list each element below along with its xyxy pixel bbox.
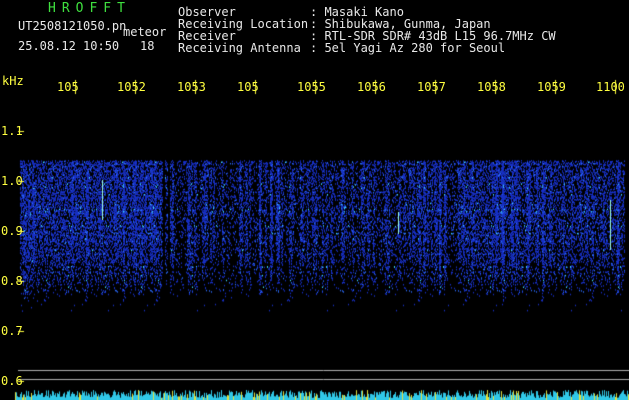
- y-tick: 1.0: [1, 174, 23, 188]
- antenna-label: Receiving Antenna: [178, 41, 301, 55]
- spectrogram-screen: HROFFT UT2508121050.pn meteor 25.08.12 1…: [0, 0, 629, 400]
- y-tick: 0.6: [1, 374, 23, 388]
- meteor-label: meteor: [123, 25, 167, 39]
- x-tick: 1057: [417, 80, 446, 94]
- y-tick: 0.8: [1, 274, 23, 288]
- y-tick: 0.9: [1, 224, 23, 238]
- x-tick: 1052: [117, 80, 146, 94]
- capture-datetime: 25.08.12 10:50: [18, 39, 120, 53]
- x-tick: 1056: [357, 80, 386, 94]
- x-tick: 1055: [297, 80, 326, 94]
- file-name: UT2508121050.pn: [18, 19, 127, 33]
- station-values: : Masaki Kano : Shibukawa, Gunma, Japan …: [310, 6, 556, 54]
- x-tick: 1059: [537, 80, 566, 94]
- x-tick: 105: [57, 80, 79, 94]
- x-tick: 1058: [477, 80, 506, 94]
- y-axis-unit: kHz: [2, 74, 24, 88]
- y-tick: 0.7: [1, 324, 23, 338]
- x-tick: 1100: [596, 80, 625, 94]
- x-tick: 1053: [177, 80, 206, 94]
- app-logo: HROFFT: [48, 1, 131, 16]
- x-tick: 105: [237, 80, 259, 94]
- station-labels: Observer Receiving Location Receiver Rec…: [178, 6, 308, 54]
- meteor-count: 18: [140, 39, 155, 53]
- waterfall-spectrogram: [0, 0, 629, 400]
- y-tick: 1.1: [1, 124, 23, 138]
- antenna-value: : 5el Yagi Az 280 for Seoul: [310, 41, 506, 55]
